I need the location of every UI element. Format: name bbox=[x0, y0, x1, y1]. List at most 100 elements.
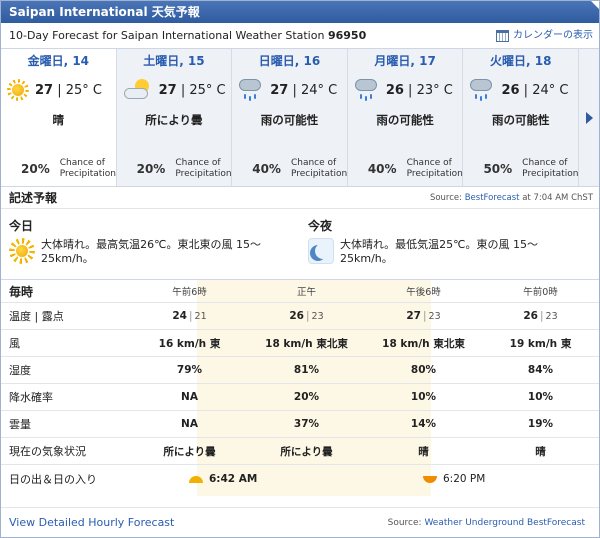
day-card[interactable]: 金曜日, 14 27 | 25° C 晴 20% Chance of Precip… bbox=[1, 49, 117, 186]
row-label-sunrise-sunset: 日の出＆日の入り bbox=[9, 472, 97, 486]
precip-chance-label: Chance of bbox=[290, 158, 337, 168]
day-name: 土曜日, 15 bbox=[143, 54, 205, 68]
precip-chance: 20% Chance of Precipitation bbox=[1, 158, 116, 180]
chevron-right-icon bbox=[585, 111, 593, 124]
precip-chance-value: 40% bbox=[252, 162, 281, 176]
high-temp: 26 bbox=[385, 82, 404, 98]
precip-chance: 20% Chance of Precipitation bbox=[117, 158, 232, 180]
temp-dewpoint-cell: 27 | 23 bbox=[406, 310, 441, 322]
precip-chance-label: Precipitation bbox=[175, 169, 232, 179]
condition: 雨の可能性 bbox=[260, 113, 319, 127]
day-card[interactable]: 火曜日, 18 26 | 24° C 雨の可能性 50% Chance of Pr… bbox=[463, 49, 580, 186]
row-label-temp-dewpoint: 温度 | 露点 bbox=[9, 310, 64, 323]
station-id: 96950 bbox=[327, 29, 367, 42]
row-label-humidity: 湿度 bbox=[9, 364, 31, 377]
precip-chance-label: Chance of bbox=[522, 158, 568, 168]
hourly-forecast-link[interactable]: View Detailed Hourly Forecast bbox=[9, 516, 174, 529]
high-temp: 26 bbox=[501, 82, 520, 98]
rain-cloud-icon bbox=[238, 77, 264, 103]
sunset-icon bbox=[423, 475, 437, 483]
condition: 雨の可能性 bbox=[376, 113, 434, 127]
row-label-wind: 風 bbox=[9, 337, 20, 350]
weather-widget: Saipan International 天気予報 10-Day Forecas… bbox=[0, 0, 600, 538]
day-card[interactable]: 日曜日, 16 27 | 24° C 雨の可能性 40% Chance of Pr… bbox=[232, 49, 348, 186]
today-text: 大体晴れ。最高気温26℃。東北東の風 15～25km/h。 bbox=[41, 238, 261, 265]
narrative-source: Source: BestForecast at 7:04 AM ChST bbox=[430, 187, 593, 209]
precip-chance-value: 20% bbox=[136, 162, 166, 176]
dewpoint-value: 23 bbox=[545, 311, 558, 322]
cloud-cover-cell: NA bbox=[181, 418, 198, 430]
precip-chance-label: Chance of bbox=[59, 158, 105, 168]
humidity-cell: 79% bbox=[176, 364, 203, 376]
precip-cell: 10% bbox=[410, 391, 437, 403]
table-row: 風 16 km/h 東 18 km/h 東北東 18 km/h 東北東 19 k… bbox=[1, 330, 599, 357]
day-name: 月曜日, 17 bbox=[374, 54, 436, 68]
narrative-header: 記述予報 Source: BestForecast at 7:04 AM ChS… bbox=[1, 187, 599, 209]
temp-dewpoint-cell: 26 | 23 bbox=[289, 310, 324, 322]
condition: 晴 bbox=[52, 113, 65, 127]
dewpoint-value: 23 bbox=[428, 311, 441, 322]
precip-chance: 40% Chance of Precipitation bbox=[232, 158, 347, 180]
calendar-link[interactable]: カレンダーの表示 bbox=[496, 23, 593, 49]
narrative-forecast: 今日 大体晴れ。最高気温26℃。東北東の風 15～25km/h。 今夜 大体晴れ… bbox=[1, 209, 599, 279]
time-label: 午前0時 bbox=[523, 287, 558, 298]
low-temp: 24° C bbox=[532, 82, 569, 98]
precip-chance-label: Precipitation bbox=[406, 169, 463, 179]
high-temp: 27 bbox=[158, 82, 177, 98]
temp-value: 27 bbox=[406, 310, 421, 322]
wind-cell: 19 km/h 東 bbox=[509, 337, 572, 350]
low-temp: 24° C bbox=[300, 82, 338, 98]
calendar-icon bbox=[496, 30, 509, 42]
day-card[interactable]: 月曜日, 17 26 | 23° C 雨の可能性 40% Chance of Pr… bbox=[347, 49, 464, 186]
precip-chance-value: 20% bbox=[21, 162, 50, 176]
precip-chance-value: 50% bbox=[483, 162, 513, 176]
low-temp: 25° C bbox=[189, 82, 226, 98]
precip-chance: 40% Chance of Precipitation bbox=[348, 158, 463, 180]
wunderground-link[interactable]: Weather Underground BestForecast bbox=[424, 518, 585, 528]
source-time: at 7:04 AM ChST bbox=[522, 193, 593, 203]
table-row: 現在の気象状況 所により曇 所により曇 晴 晴 bbox=[1, 438, 599, 465]
window-title-bar: Saipan International 天気予報 bbox=[1, 1, 599, 23]
moon-icon bbox=[308, 238, 334, 264]
forecast-subtitle-bar: 10-Day Forecast for Saipan International… bbox=[1, 23, 599, 49]
next-days-button[interactable] bbox=[579, 49, 599, 186]
cloud-cover-cell: 37% bbox=[293, 418, 320, 430]
condition-cell: 晴 bbox=[418, 445, 429, 458]
humidity-cell: 84% bbox=[527, 364, 554, 376]
hourly-title: 毎時 bbox=[9, 284, 34, 299]
bestforecast-link[interactable]: BestForecast bbox=[465, 193, 520, 203]
condition: 雨の可能性 bbox=[491, 113, 550, 127]
hourly-header-row: 毎時 午前6時 正午 午後6時 午前0時 bbox=[1, 280, 599, 303]
time-label: 午前6時 bbox=[172, 287, 207, 298]
tonight-text: 大体晴れ。最低気温25℃。東の風 15～25km/h。 bbox=[340, 238, 538, 265]
condition-cell: 所により曇 bbox=[163, 445, 216, 458]
sun-times-row: 日の出＆日の入り 6:42 AM 6:20 PM bbox=[1, 465, 599, 492]
widget-footer: View Detailed Hourly Forecast Source: We… bbox=[1, 507, 599, 537]
day-card[interactable]: 土曜日, 15 27 | 25° C 所により曇 20% Chance of Pr… bbox=[116, 49, 233, 186]
time-label: 午後6時 bbox=[406, 287, 441, 298]
rain-cloud-icon bbox=[469, 77, 495, 103]
low-temp: 25° C bbox=[65, 82, 103, 98]
sun-icon bbox=[9, 238, 35, 264]
precip-chance-label: Precipitation bbox=[59, 169, 116, 179]
temp-value: 24 bbox=[172, 310, 187, 322]
dewpoint-value: 21 bbox=[194, 311, 207, 322]
wind-cell: 16 km/h 東 bbox=[158, 337, 221, 350]
day-name: 日曜日, 16 bbox=[258, 54, 321, 68]
precip-cell: NA bbox=[181, 391, 198, 403]
time-label: 正午 bbox=[296, 287, 316, 298]
day-name: 金曜日, 14 bbox=[27, 54, 90, 68]
table-row: 降水確率 NA 20% 10% 10% bbox=[1, 384, 599, 411]
source-prefix: Source: bbox=[387, 518, 422, 528]
high-temp: 27 bbox=[35, 82, 54, 98]
temp-value: 26 bbox=[523, 310, 538, 322]
precip-chance-value: 40% bbox=[367, 162, 397, 176]
temp-dewpoint-cell: 24 | 21 bbox=[172, 310, 207, 322]
precip-chance: 50% Chance of Precipitation bbox=[463, 158, 578, 180]
partly-cloudy-icon bbox=[123, 78, 153, 102]
row-label-cloud-cover: 雲量 bbox=[9, 418, 31, 431]
table-row: 温度 | 露点 24 | 21 26 | 23 27 | 23 26 | 23 bbox=[1, 303, 599, 330]
source-prefix: Source: bbox=[429, 193, 462, 203]
today-title: 今日 bbox=[9, 219, 34, 233]
precip-cell: 10% bbox=[527, 391, 554, 403]
